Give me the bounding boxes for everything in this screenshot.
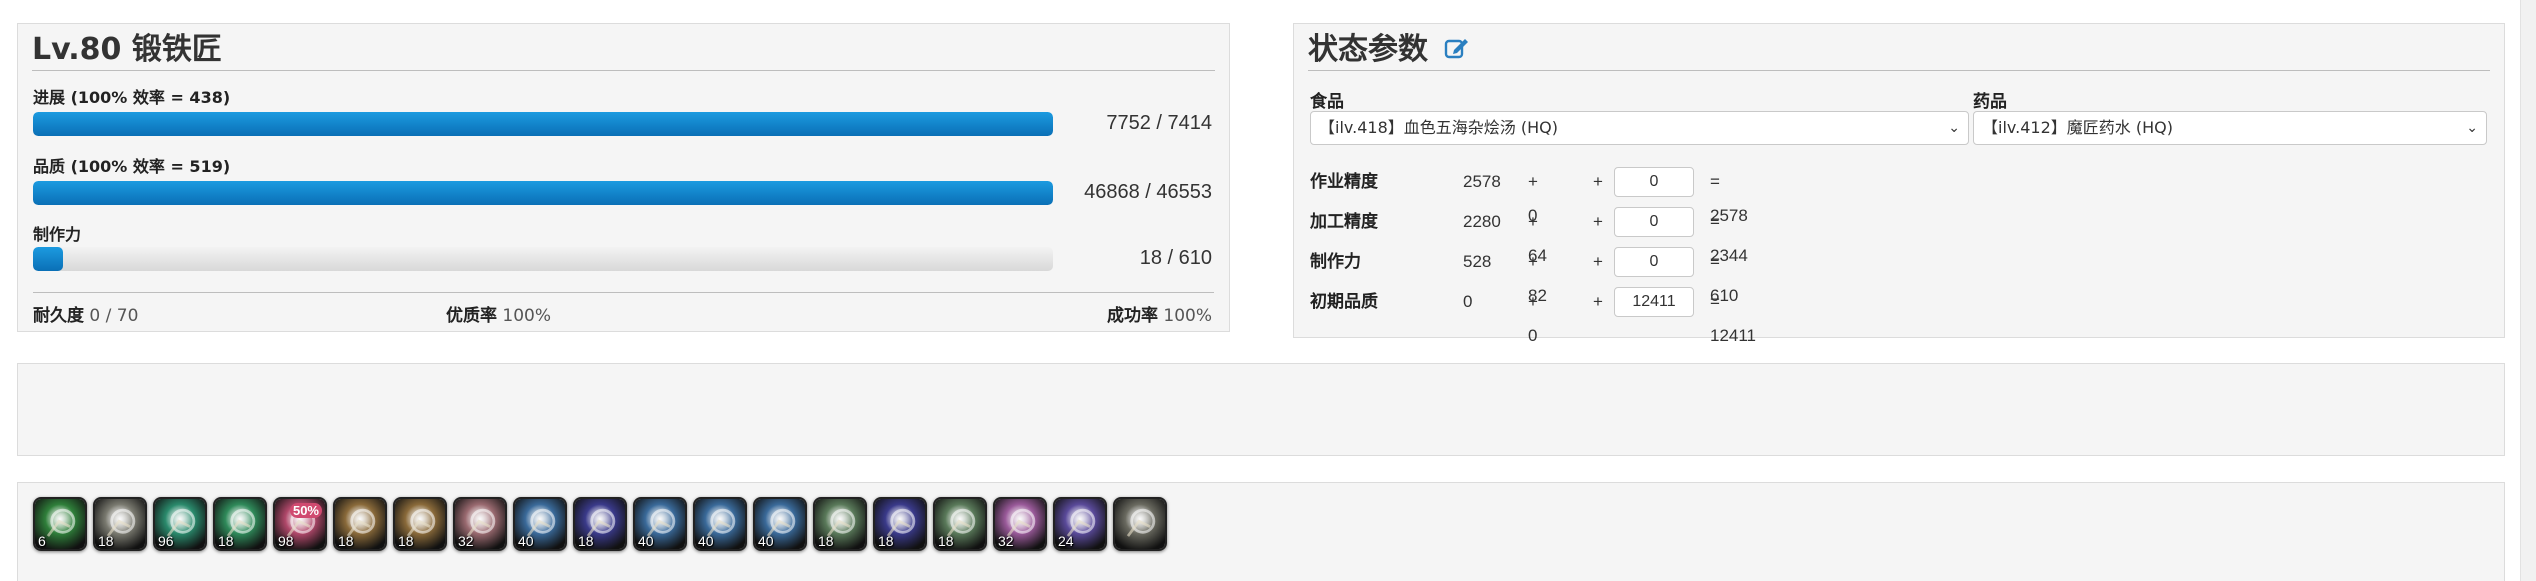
standard-touch-icon[interactable]: 40 <box>753 497 807 551</box>
trained-finesse-icon[interactable]: 24 <box>1053 497 1107 551</box>
footer-divider <box>33 292 1214 293</box>
stat-name: 加工精度 <box>1310 212 1378 232</box>
action-cost: 18 <box>218 533 234 549</box>
hq-rate-label: 优质率 <box>446 306 497 326</box>
basic-touch-icon[interactable]: 40 <box>633 497 687 551</box>
quality-label: 品质 (100% 效率 = 519) <box>33 157 231 176</box>
hq-rate-status: 优质率 100% <box>446 301 551 326</box>
stats-title-text: 状态参数 <box>1308 32 1428 67</box>
veneration-icon[interactable]: 96 <box>153 497 207 551</box>
action-cost: 24 <box>1058 533 1074 549</box>
waste-not-icon[interactable]: 18 <box>213 497 267 551</box>
careful-synthesis-icon[interactable] <box>1113 497 1167 551</box>
action-badge: 50% <box>289 503 322 518</box>
muscle-memory-icon[interactable]: 6 <box>33 497 87 551</box>
crafter-title: Lv.80 锻铁匠 <box>32 32 1215 71</box>
action-cost: 40 <box>518 533 534 549</box>
action-sequence-panel: 6 18 96 18 50% 98 18 18 32 40 18 40 40 40 18 18 18 32 24 <box>17 482 2505 581</box>
stat-plus: + <box>1593 172 1603 191</box>
food-label: 食品 <box>1310 92 1344 112</box>
action-cost: 40 <box>638 533 654 549</box>
action-art <box>1115 499 1165 549</box>
chevron-down-icon: ⌄ <box>2466 120 2478 136</box>
cp-bar-fill <box>33 247 64 271</box>
food-select[interactable]: 【ilv.418】血色五海杂烩汤 (HQ) ⌄ <box>1310 111 1969 145</box>
stat-extra-input[interactable]: 0 <box>1614 167 1694 197</box>
action-cost: 18 <box>98 533 114 549</box>
cp-bar <box>33 247 1053 271</box>
chevron-down-icon: ⌄ <box>1948 120 1960 136</box>
action-cost: 6 <box>38 533 46 549</box>
progress-bar-fill <box>33 112 1053 136</box>
preparatory-touch-icon[interactable]: 32 <box>453 497 507 551</box>
action-cost: 18 <box>938 533 954 549</box>
great-strides-icon[interactable]: 18 <box>573 497 627 551</box>
stat-name: 作业精度 <box>1310 172 1378 192</box>
manipulation-icon[interactable]: 18 <box>93 497 147 551</box>
quality-bar <box>33 181 1053 205</box>
quality-value: 46868 / 46553 <box>1084 181 1212 203</box>
cp-label: 制作力 <box>33 225 82 244</box>
stat-bonus: + 0 <box>1528 292 1538 345</box>
stat-base: 2280 <box>1463 212 1501 231</box>
stat-base: 2578 <box>1463 172 1501 191</box>
empty-panel <box>17 363 2505 456</box>
medicine-select-value: 【ilv.412】魔匠药水 (HQ) <box>1982 118 2173 137</box>
action-cost: 18 <box>338 533 354 549</box>
stats-title: 状态参数 <box>1308 32 2490 71</box>
progress-bar <box>33 112 1053 136</box>
action-cost: 18 <box>818 533 834 549</box>
crafter-status-panel: Lv.80 锻铁匠 进展 (100% 效率 = 438) 7752 / 7414… <box>17 23 1230 332</box>
stat-extra-input[interactable]: 0 <box>1614 207 1694 237</box>
success-rate-status: 成功率 100% <box>1107 301 1212 326</box>
action-cost: 32 <box>998 533 1014 549</box>
stat-plus: + <box>1593 252 1603 271</box>
durability-status: 耐久度 0 / 70 <box>33 301 138 326</box>
action-cost: 98 <box>278 533 294 549</box>
action-cost: 40 <box>758 533 774 549</box>
durability-value: 0 / 70 <box>89 306 139 326</box>
prudent-touch-icon[interactable]: 18 <box>393 497 447 551</box>
success-rate-value: 100% <box>1163 306 1212 326</box>
action-cost: 32 <box>458 533 474 549</box>
action-cost: 18 <box>578 533 594 549</box>
progress-label: 进展 (100% 效率 = 438) <box>33 88 231 107</box>
great-strides-icon[interactable]: 18 <box>873 497 927 551</box>
medicine-select[interactable]: 【ilv.412】魔匠药水 (HQ) ⌄ <box>1973 111 2487 145</box>
quality-bar-fill <box>33 181 1053 205</box>
byregots-blessing-icon[interactable]: 32 <box>993 497 1047 551</box>
stat-plus: + <box>1593 292 1603 311</box>
food-select-value: 【ilv.418】血色五海杂烩汤 (HQ) <box>1319 118 1558 137</box>
progress-value: 7752 / 7414 <box>1106 112 1212 134</box>
basic-touch-icon[interactable]: 40 <box>693 497 747 551</box>
stat-base: 528 <box>1463 252 1492 271</box>
cp-value: 18 / 610 <box>1139 247 1212 269</box>
prudent-touch-icon[interactable]: 18 <box>333 497 387 551</box>
stat-total: = 12411 <box>1710 292 1757 345</box>
scrollbar[interactable] <box>2520 0 2536 581</box>
stat-extra-input[interactable]: 0 <box>1614 247 1694 277</box>
action-cost: 18 <box>398 533 414 549</box>
advanced-touch-icon[interactable]: 18 <box>813 497 867 551</box>
innovation-icon[interactable]: 18 <box>933 497 987 551</box>
edit-icon[interactable] <box>1444 33 1470 69</box>
action-cost: 96 <box>158 533 174 549</box>
stats-panel: 状态参数 食品 【ilv.418】血色五海杂烩汤 (HQ) ⌄ 药品 【ilv.… <box>1293 23 2505 345</box>
action-cost: 18 <box>878 533 894 549</box>
stat-name: 制作力 <box>1310 252 1361 272</box>
stat-plus: + <box>1593 212 1603 231</box>
success-rate-label: 成功率 <box>1106 306 1158 326</box>
action-cost: 40 <box>698 533 714 549</box>
stat-extra-input[interactable]: 12411 <box>1614 287 1694 317</box>
hq-rate-value: 100% <box>502 306 552 326</box>
durability-label: 耐久度 <box>33 306 84 326</box>
innovation-icon[interactable]: 40 <box>513 497 567 551</box>
stat-base: 0 <box>1463 292 1473 311</box>
groundwork-icon[interactable]: 50% 98 <box>273 497 327 551</box>
stat-name: 初期品质 <box>1310 292 1378 312</box>
medicine-label: 药品 <box>1973 92 2007 112</box>
